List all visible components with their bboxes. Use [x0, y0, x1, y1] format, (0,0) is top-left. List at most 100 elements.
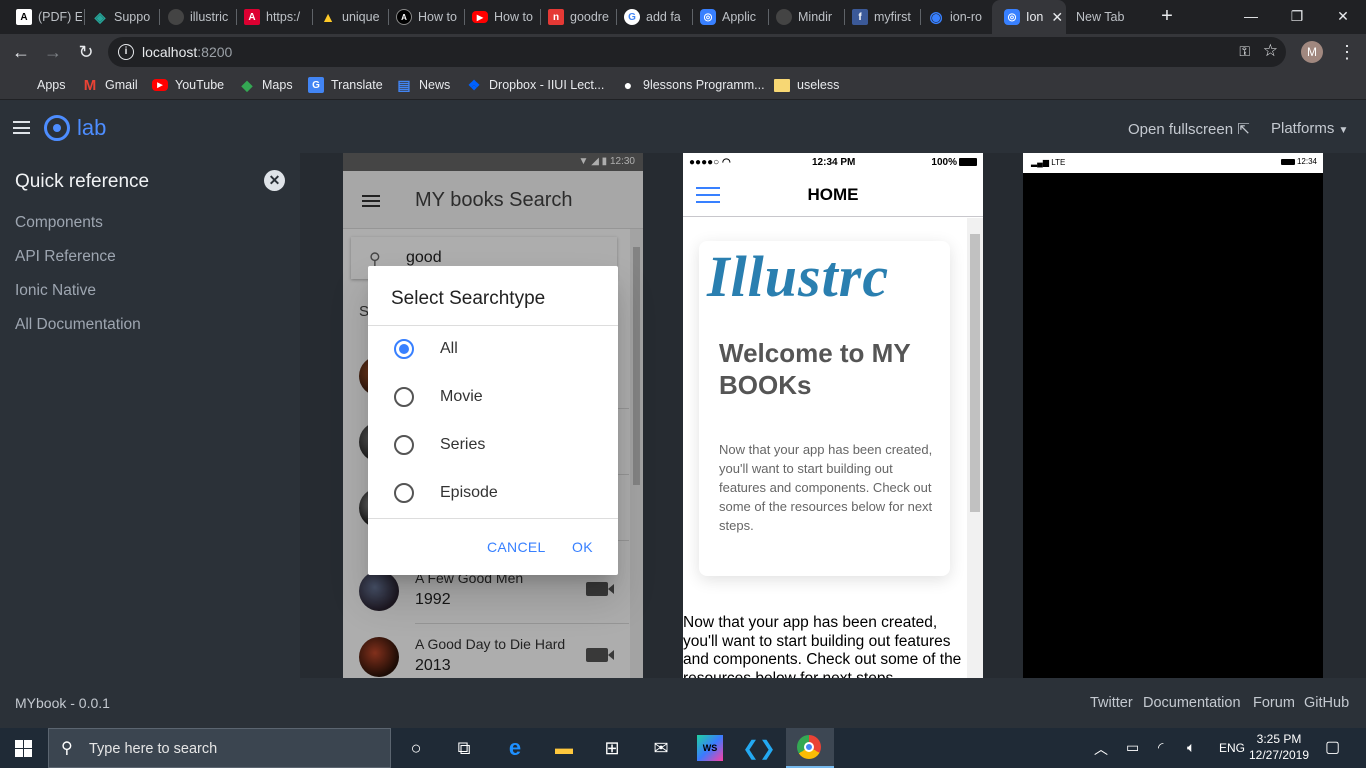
tab-5[interactable]: A How to	[384, 0, 462, 34]
open-fullscreen-link[interactable]: Open fullscreen ⇱	[1128, 120, 1250, 138]
bookmark-dropbox[interactable]: ❖ Dropbox - IIUI Lect...	[466, 76, 605, 94]
windows-status-bar: ▂▄▆ LTE 12:34	[1023, 153, 1323, 173]
ios-status-bar: ●●●●○ ◠ 12:34 PM 100%	[683, 153, 983, 173]
tab-10[interactable]: Mindir	[764, 0, 842, 34]
cancel-button[interactable]: CANCEL	[487, 539, 546, 555]
tab-7[interactable]: n goodre	[536, 0, 614, 34]
radio-option-episode[interactable]: Episode	[368, 469, 618, 517]
show-hidden-icons[interactable]: ︿	[1094, 739, 1108, 759]
notifications-icon[interactable]: ▢	[1325, 737, 1340, 757]
minimize-button[interactable]: —	[1228, 0, 1274, 34]
restore-button[interactable]: ❐	[1274, 0, 1320, 34]
windows-start-icon[interactable]	[15, 740, 32, 757]
facebook-icon: f	[852, 9, 868, 25]
profile-avatar[interactable]: M	[1301, 41, 1323, 63]
back-button[interactable]: ←	[8, 39, 34, 65]
external-link-icon: ⇱	[1237, 121, 1250, 138]
sidebar-link-ionic-native[interactable]: Ionic Native	[15, 282, 96, 300]
sidebar-link-components[interactable]: Components	[15, 214, 103, 232]
tab-1[interactable]: ◈ Suppo	[80, 0, 154, 34]
radio-option-series[interactable]: Series	[368, 421, 618, 469]
close-window-button[interactable]: ✕	[1320, 0, 1366, 34]
tab-label: Mindir	[798, 10, 833, 24]
body-text: Now that your app has been created, you'…	[683, 614, 962, 678]
cortana-icon[interactable]: ○	[403, 735, 429, 761]
youtube-icon: ▶	[152, 79, 168, 91]
edge-icon[interactable]: e	[502, 735, 528, 761]
tab-8[interactable]: G add fa	[612, 0, 690, 34]
bookmark-translate[interactable]: G Translate	[308, 76, 383, 94]
footer-link-documentation[interactable]: Documentation	[1143, 695, 1241, 711]
select-searchtype-alert: Select Searchtype All Movie Series Episo…	[368, 266, 618, 575]
key-icon[interactable]: ⚿	[1239, 43, 1250, 60]
tab-11[interactable]: f myfirst	[840, 0, 918, 34]
task-view-icon[interactable]: ⧉	[451, 735, 477, 761]
tab-9[interactable]: ◎ Applic	[688, 0, 766, 34]
store-icon[interactable]: ⊞	[599, 735, 625, 761]
angular-icon: A	[244, 9, 260, 25]
new-tab-button[interactable]: +	[1156, 5, 1178, 27]
ios-device: ●●●●○ ◠ 12:34 PM 100% HOME Illustrc Welc…	[683, 153, 983, 678]
network-icon[interactable]: ◜	[1158, 739, 1163, 756]
mail-icon[interactable]: ✉	[648, 735, 674, 761]
battery-icon	[1280, 158, 1295, 165]
bookmark-9lessons[interactable]: ● 9lessons Programm...	[620, 76, 765, 94]
radio-label: Series	[440, 436, 486, 453]
search-icon: ⚲	[61, 740, 73, 757]
tab-2[interactable]: illustric	[156, 0, 234, 34]
bookmark-gmail[interactable]: M Gmail	[82, 76, 138, 94]
footer-link-twitter[interactable]: Twitter	[1090, 695, 1133, 711]
maps-icon: ◆	[241, 76, 253, 93]
radio-option-movie[interactable]: Movie	[368, 373, 618, 421]
forward-button[interactable]: →	[40, 39, 66, 65]
chrome-taskbar-button[interactable]	[786, 728, 834, 768]
taskbar-clock[interactable]: 3:25 PM 12/27/2019	[1245, 731, 1313, 763]
battery-icon[interactable]: ▭	[1126, 739, 1139, 756]
address-bar[interactable]: i localhost:8200 ⚿ ☆	[108, 37, 1286, 67]
tab-14[interactable]: New Tab	[1064, 0, 1150, 34]
tab-13-active[interactable]: ◎ Ion ✕	[992, 0, 1066, 34]
footer-link-forum[interactable]: Forum	[1253, 695, 1295, 711]
webstorm-icon[interactable]: WS	[697, 735, 723, 761]
ok-button[interactable]: OK	[572, 539, 593, 555]
reload-button[interactable]: ↻	[73, 39, 99, 65]
windows-taskbar: ⚲ Type here to search ○ ⧉ e ▬ ⊞ ✉ WS ❮❯ …	[0, 728, 1366, 768]
sidebar-link-all-documentation[interactable]: All Documentation	[15, 316, 141, 334]
bookmark-useless[interactable]: useless	[774, 76, 839, 94]
volume-icon[interactable]: 🔈︎	[1187, 739, 1195, 756]
star-icon[interactable]: ☆	[1263, 41, 1278, 61]
vscode-icon[interactable]: ❮❯	[742, 735, 776, 761]
platforms-dropdown[interactable]: Platforms ▼	[1271, 120, 1348, 137]
file-explorer-icon[interactable]: ▬	[551, 735, 577, 761]
bookmark-apps[interactable]: Apps	[16, 76, 66, 94]
battery-percent: 100%	[931, 157, 957, 168]
bookmark-maps[interactable]: ◆ Maps	[239, 76, 293, 94]
tab-12[interactable]: ◉ ion-ro	[916, 0, 994, 34]
info-icon[interactable]: i	[118, 44, 134, 60]
bookmark-news[interactable]: ▤ News	[396, 76, 450, 94]
more-menu-icon[interactable]: ⋮	[1338, 40, 1356, 64]
tab-label: (PDF) E	[38, 10, 82, 24]
tab-3[interactable]: A https:/	[232, 0, 310, 34]
taskbar-search[interactable]: ⚲ Type here to search	[48, 728, 391, 768]
bookmark-youtube[interactable]: ▶ YouTube	[152, 76, 224, 94]
gmail-icon: M	[83, 76, 97, 94]
youtube-icon: ▶	[472, 11, 488, 23]
google-icon: G	[624, 9, 640, 25]
scrollbar[interactable]	[967, 218, 983, 678]
tab-0[interactable]: A (PDF) E	[4, 0, 82, 34]
language-indicator[interactable]: ENG	[1219, 741, 1245, 755]
close-tab-icon[interactable]: ✕	[1051, 9, 1063, 26]
status-time: 12:34	[1296, 157, 1317, 166]
footer-link-github[interactable]: GitHub	[1304, 695, 1349, 711]
lab-title: lab	[77, 115, 107, 140]
radio-label: Movie	[440, 388, 483, 405]
radio-option-all[interactable]: All	[368, 325, 618, 373]
tab-6[interactable]: ▶ How to	[460, 0, 538, 34]
close-sidebar-icon[interactable]: ✕	[264, 170, 285, 191]
tab-4[interactable]: ▲ unique	[308, 0, 386, 34]
menu-icon[interactable]	[13, 121, 30, 134]
caret-down-icon: ▼	[1338, 125, 1349, 136]
bookmark-label: Translate	[331, 78, 383, 92]
sidebar-link-api-reference[interactable]: API Reference	[15, 248, 116, 266]
